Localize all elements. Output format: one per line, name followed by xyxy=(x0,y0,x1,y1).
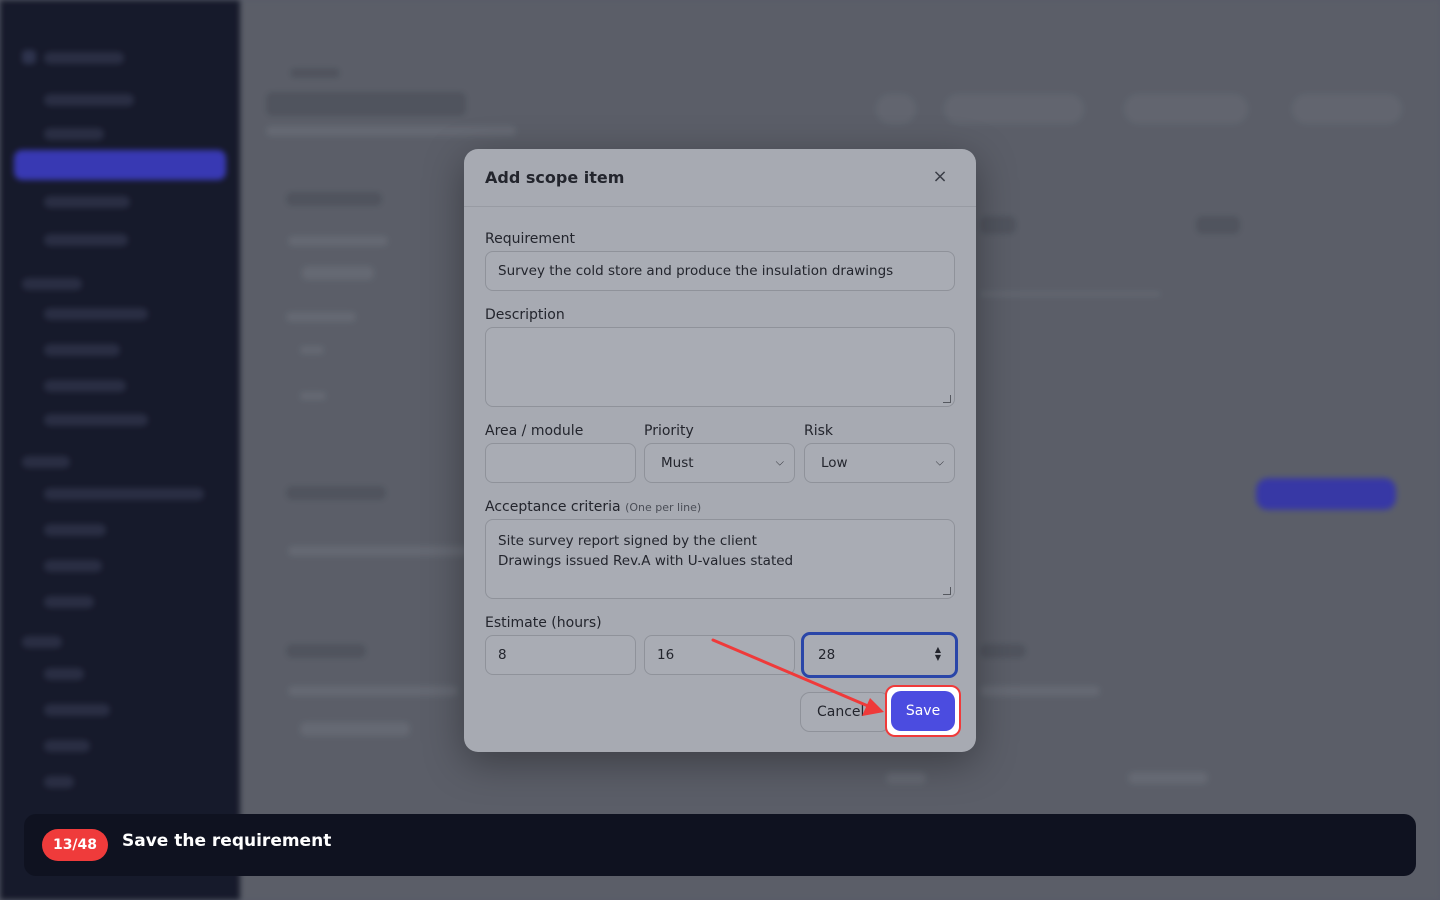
acceptance-label-text: Acceptance criteria xyxy=(485,499,621,515)
priority-value: Must xyxy=(661,455,694,471)
risk-label: Risk xyxy=(804,423,834,439)
risk-select[interactable]: Low ⌵ xyxy=(804,443,955,483)
requirement-label: Requirement xyxy=(485,231,576,247)
cancel-label: Cancel xyxy=(817,704,865,720)
save-button[interactable]: Save xyxy=(891,691,955,731)
acceptance-hint: (One per line) xyxy=(625,501,702,514)
requirement-input[interactable]: Survey the cold store and produce the in… xyxy=(485,251,955,291)
acceptance-textarea[interactable]: Site survey report signed by the client … xyxy=(485,519,955,599)
estimate-high-value: 28 xyxy=(818,647,836,663)
number-spinner-icon[interactable]: ▲ ▼ xyxy=(935,646,941,662)
requirement-value: Survey the cold store and produce the in… xyxy=(498,263,894,279)
tutorial-step-bar: 13/48 Save the requirement xyxy=(24,814,1416,876)
estimate-low-value: 8 xyxy=(498,647,507,663)
dialog-header: Add scope item × xyxy=(464,149,976,207)
acceptance-value: Site survey report signed by the client … xyxy=(498,533,794,569)
area-label: Area / module xyxy=(485,423,584,439)
estimate-mid-input[interactable]: 16 xyxy=(644,635,795,675)
priority-label: Priority xyxy=(644,423,694,439)
description-label: Description xyxy=(485,307,565,323)
chevron-down-icon: ⌵ xyxy=(775,455,784,469)
estimate-mid-value: 16 xyxy=(657,647,675,663)
estimate-low-input[interactable]: 8 xyxy=(485,635,636,675)
description-textarea[interactable] xyxy=(485,327,955,407)
step-instruction: Save the requirement xyxy=(122,831,332,851)
acceptance-label: Acceptance criteria (One per line) xyxy=(485,499,701,515)
step-counter-badge: 13/48 xyxy=(42,829,108,861)
resize-handle-icon[interactable] xyxy=(943,395,951,403)
priority-select[interactable]: Must ⌵ xyxy=(644,443,795,483)
chevron-down-icon: ⌵ xyxy=(935,455,944,469)
estimate-high-input[interactable]: 28 ▲ ▼ xyxy=(801,632,958,678)
area-input[interactable] xyxy=(485,443,636,483)
estimate-label: Estimate (hours) xyxy=(485,615,602,631)
dialog-title: Add scope item xyxy=(485,168,625,187)
close-icon[interactable]: × xyxy=(928,165,952,189)
cancel-button[interactable]: Cancel xyxy=(800,692,890,732)
risk-value: Low xyxy=(821,455,848,471)
resize-handle-icon[interactable] xyxy=(943,587,951,595)
add-scope-item-dialog: Add scope item × Requirement Survey the … xyxy=(464,149,976,752)
